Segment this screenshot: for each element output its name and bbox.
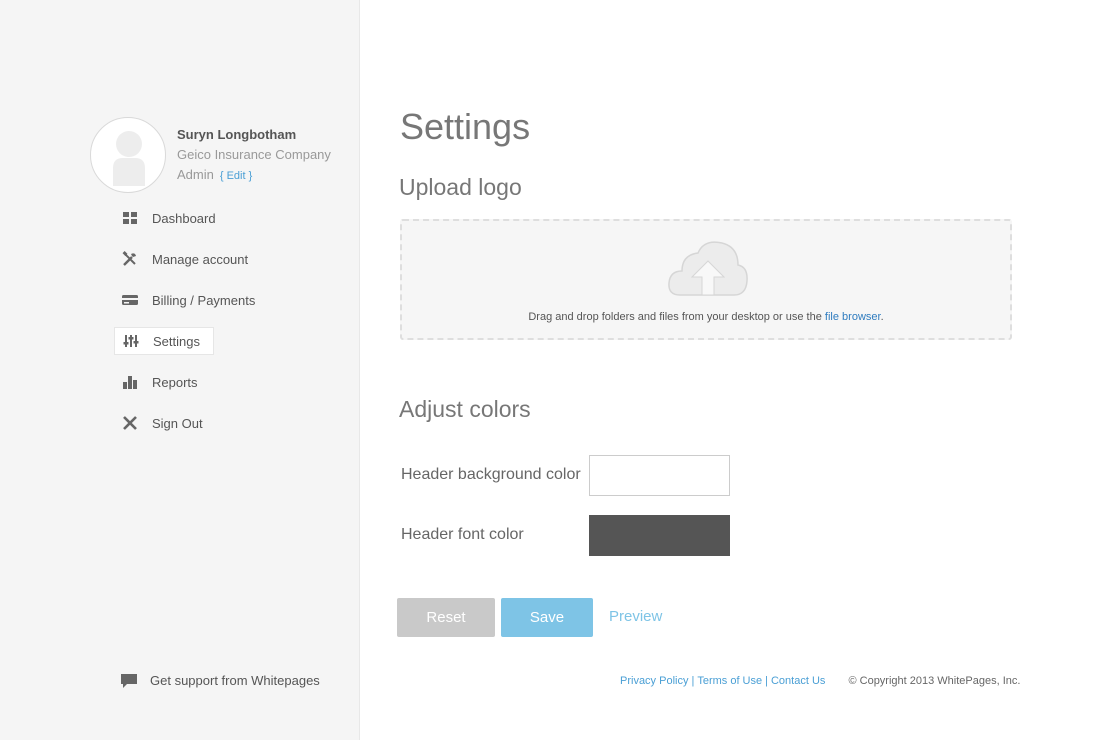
- preview-link[interactable]: Preview: [609, 608, 662, 625]
- file-browser-link[interactable]: file browser: [825, 311, 881, 323]
- header-font-color-swatch[interactable]: [589, 514, 730, 556]
- sidebar-item-sign-out[interactable]: Sign Out: [114, 409, 344, 437]
- privacy-policy-link[interactable]: Privacy Policy: [620, 675, 688, 687]
- sidebar: Suryn Longbotham Geico Insurance Company…: [0, 0, 360, 740]
- sidebar-item-billing[interactable]: Billing / Payments: [114, 286, 344, 314]
- edit-profile-link[interactable]: { Edit }: [220, 170, 252, 182]
- user-role: Admin: [177, 167, 214, 182]
- dropzone-instructions: Drag and drop folders and files from you…: [528, 311, 884, 323]
- sidebar-item-label: Manage account: [152, 251, 249, 267]
- tools-icon: [122, 251, 138, 267]
- sidebar-item-dashboard[interactable]: Dashboard: [114, 204, 344, 232]
- sidebar-item-label: Dashboard: [152, 210, 216, 226]
- sidebar-item-reports[interactable]: Reports: [114, 368, 344, 396]
- save-button[interactable]: Save: [501, 598, 593, 637]
- header-font-color-label: Header font color: [401, 526, 524, 543]
- reset-button[interactable]: Reset: [397, 598, 495, 637]
- contact-us-link[interactable]: Contact Us: [771, 675, 825, 687]
- dashboard-grid-icon: [122, 210, 138, 226]
- bar-chart-icon: [122, 374, 138, 390]
- chat-bubble-icon: [120, 672, 137, 688]
- credit-card-icon: [122, 292, 138, 308]
- header-bg-color-label: Header background color: [401, 466, 581, 483]
- sliders-icon: [123, 333, 139, 349]
- sidebar-item-label: Settings: [153, 333, 200, 349]
- page-title: Settings: [400, 106, 531, 147]
- close-icon: [122, 415, 138, 431]
- header-bg-color-row: Header background color: [401, 454, 730, 496]
- support-link[interactable]: Get support from Whitepages: [120, 672, 320, 688]
- footer: Privacy Policy | Terms of Use | Contact Us ©…: [620, 675, 1021, 687]
- copyright-text: © Copyright 2013 WhitePages, Inc.: [848, 675, 1021, 687]
- header-bg-color-swatch[interactable]: [589, 454, 730, 496]
- user-name: Suryn Longbotham: [177, 127, 297, 142]
- upload-logo-heading: Upload logo: [399, 174, 522, 200]
- terms-of-use-link[interactable]: Terms of Use: [697, 675, 762, 687]
- sidebar-item-label: Reports: [152, 374, 198, 390]
- logo-dropzone[interactable]: Drag and drop folders and files from you…: [400, 219, 1012, 340]
- user-company: Geico Insurance Company: [177, 147, 331, 162]
- sidebar-nav: Dashboard Manage account Billing / Payme…: [114, 204, 344, 450]
- support-label: Get support from Whitepages: [150, 672, 320, 688]
- sidebar-item-label: Sign Out: [152, 415, 203, 431]
- sidebar-item-manage-account[interactable]: Manage account: [114, 245, 344, 273]
- adjust-colors-heading: Adjust colors: [399, 396, 531, 422]
- main-content: Settings Upload logo Drag and drop folde…: [360, 0, 1100, 740]
- sidebar-item-label: Billing / Payments: [152, 292, 256, 308]
- header-font-color-row: Header font color: [401, 514, 730, 556]
- user-silhouette-icon: [113, 131, 145, 186]
- user-role-line: Admin { Edit }: [177, 167, 252, 182]
- user-profile: Suryn Longbotham Geico Insurance Company…: [90, 117, 350, 197]
- cloud-upload-icon: [668, 239, 748, 304]
- sidebar-item-settings[interactable]: Settings: [114, 327, 214, 355]
- avatar: [90, 117, 166, 193]
